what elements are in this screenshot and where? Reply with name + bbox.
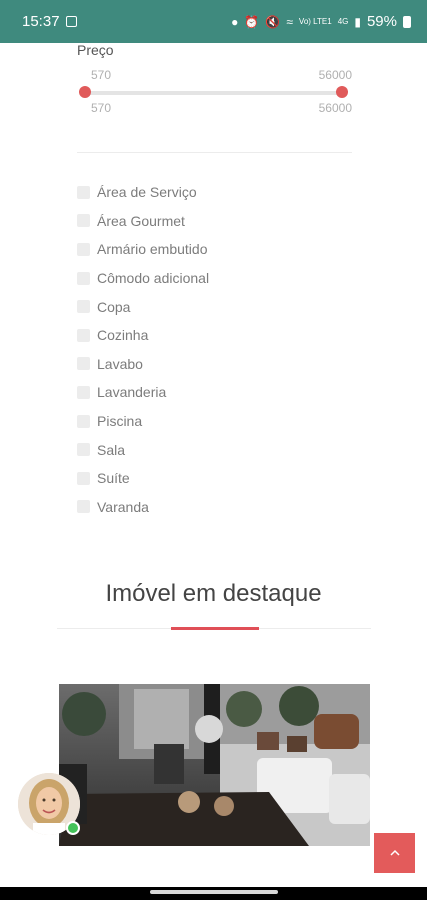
feature-label: Varanda xyxy=(97,498,149,515)
feature-checkbox[interactable] xyxy=(77,471,90,485)
feature-option[interactable]: Área Gourmet xyxy=(77,207,209,236)
feature-label: Lavanderia xyxy=(97,384,167,401)
filter-divider xyxy=(77,152,352,153)
feature-label: Armário embutido xyxy=(97,241,208,258)
price-selected-min: 570 xyxy=(91,101,112,115)
volte-label: Vo) LTE1 xyxy=(298,16,332,26)
home-gesture-handle[interactable] xyxy=(150,890,278,894)
status-bar: 15:37 ● ⏰ 🔇 ≈ Vo) LTE1 4G ▮ 59% xyxy=(0,0,427,43)
price-selected-max: 56000 xyxy=(318,101,352,115)
price-slider-min-handle[interactable] xyxy=(79,86,91,98)
scroll-to-top-button[interactable] xyxy=(374,833,415,873)
feature-checkbox[interactable] xyxy=(77,328,90,342)
featured-section-title: Imóvel em destaque xyxy=(105,580,322,607)
price-slider-track[interactable] xyxy=(85,91,342,95)
feature-checkbox[interactable] xyxy=(77,385,90,399)
feature-checkbox[interactable] xyxy=(77,500,90,514)
feature-label: Cozinha xyxy=(97,327,149,344)
feature-option[interactable]: Área de Serviço xyxy=(77,178,209,207)
featured-property-image[interactable] xyxy=(59,684,370,846)
feature-option[interactable]: Cômodo adicional xyxy=(77,264,209,293)
feature-checkbox[interactable] xyxy=(77,214,90,228)
feature-label: Lavabo xyxy=(97,355,143,372)
price-max-label: 56000 xyxy=(318,68,352,82)
feature-label: Copa xyxy=(97,298,131,315)
online-status-indicator xyxy=(66,821,80,835)
feature-checkbox[interactable] xyxy=(77,443,90,457)
price-filter-label: Preço xyxy=(77,42,114,58)
chevron-up-icon xyxy=(389,849,400,856)
feature-option[interactable]: Cozinha xyxy=(77,321,209,350)
notification-icon: ● xyxy=(231,14,239,29)
mute-icon: 🔇 xyxy=(265,14,281,29)
title-accent-bar xyxy=(171,627,259,630)
feature-checkbox[interactable] xyxy=(77,300,90,314)
feature-filter-list: Área de Serviço Área Gourmet Armário embut… xyxy=(77,178,209,521)
feature-option[interactable]: Sala xyxy=(77,435,209,464)
status-time: 15:37 xyxy=(22,13,60,30)
feature-label: Sala xyxy=(97,441,126,458)
feature-option[interactable]: Piscina xyxy=(77,407,209,436)
feature-label: Área Gourmet xyxy=(97,212,185,229)
property-photo xyxy=(59,684,370,846)
status-left: 15:37 xyxy=(22,13,77,30)
feature-option[interactable]: Armário embutido xyxy=(77,235,209,264)
feature-option[interactable]: Lavanderia xyxy=(77,378,209,407)
status-right: ● ⏰ 🔇 ≈ Vo) LTE1 4G ▮ 59% xyxy=(231,13,411,30)
wifi-icon: ≈ xyxy=(286,14,293,29)
battery-percent: 59% xyxy=(366,13,397,30)
signal-icon: ▮ xyxy=(354,14,361,29)
feature-checkbox[interactable] xyxy=(77,414,90,428)
feature-checkbox[interactable] xyxy=(77,357,90,371)
alarm-icon: ⏰ xyxy=(244,14,260,29)
gallery-icon xyxy=(65,16,77,27)
feature-label: Piscina xyxy=(97,413,143,430)
feature-option[interactable]: Lavabo xyxy=(77,350,209,379)
feature-label: Cômodo adicional xyxy=(97,270,210,287)
feature-option[interactable]: Suíte xyxy=(77,464,209,493)
price-min-label: 570 xyxy=(91,68,112,82)
network-type-label: 4G xyxy=(337,16,349,26)
feature-checkbox[interactable] xyxy=(77,185,90,199)
feature-checkbox[interactable] xyxy=(77,242,90,256)
feature-option[interactable]: Varanda xyxy=(77,493,209,522)
feature-label: Área de Serviço xyxy=(97,184,197,201)
battery-icon xyxy=(403,15,411,28)
feature-checkbox[interactable] xyxy=(77,271,90,285)
feature-label: Suíte xyxy=(97,470,130,487)
feature-option[interactable]: Copa xyxy=(77,292,209,321)
price-slider-max-handle[interactable] xyxy=(336,86,348,98)
